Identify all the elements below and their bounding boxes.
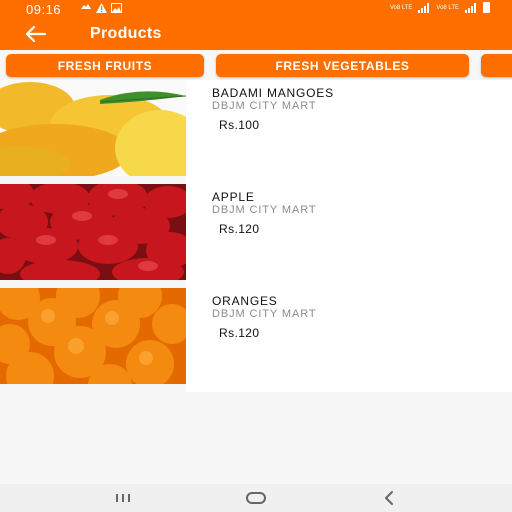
product-price: Rs.100 (219, 118, 260, 132)
status-right-icons: Vo8 LTE Vo8 LTE (390, 2, 490, 13)
product-store: DBJM CITY MART (212, 308, 317, 320)
back-triangle-icon[interactable] (374, 489, 404, 507)
product-price: Rs.120 (219, 326, 260, 340)
whatsapp-icon (81, 4, 91, 9)
category-fresh-fruits[interactable]: FRESH FRUITS (6, 54, 204, 77)
network-label-1: Vo8 LTE (389, 4, 413, 11)
category-next[interactable] (481, 54, 512, 77)
signal-icon-2 (465, 2, 476, 13)
list-item[interactable]: BADAMI MANGOES DBJM CITY MART Rs.100 (0, 80, 512, 184)
apples-image (0, 184, 186, 288)
warning-icon (96, 3, 107, 13)
battery-icon (483, 2, 490, 13)
image-icon (111, 3, 122, 13)
category-tabs: FRESH FRUITS FRESH VEGETABLES (0, 50, 512, 84)
app-bar: Products (0, 18, 512, 50)
page-title: Products (90, 25, 162, 42)
product-name: BADAMI MANGOES (212, 86, 334, 100)
system-nav-bar (0, 484, 512, 512)
category-fresh-vegetables[interactable]: FRESH VEGETABLES (216, 54, 469, 77)
status-time: 09:16 (26, 2, 62, 17)
product-store: DBJM CITY MART (212, 204, 317, 216)
list-item[interactable]: ORANGES DBJM CITY MART Rs.120 (0, 288, 512, 392)
recents-icon[interactable] (108, 489, 138, 507)
network-label-2: Vo8 LTE (436, 4, 459, 11)
status-left-icons (80, 3, 122, 13)
signal-icon (418, 2, 430, 13)
product-store: DBJM CITY MART (212, 100, 317, 112)
arrow-left-icon[interactable] (24, 24, 48, 44)
oranges-image (0, 288, 186, 392)
home-icon[interactable] (241, 489, 271, 507)
product-list: BADAMI MANGOES DBJM CITY MART Rs.100 APP… (0, 80, 512, 392)
product-name: ORANGES (212, 294, 278, 308)
product-price: Rs.120 (219, 222, 260, 236)
product-name: APPLE (212, 190, 255, 204)
mangoes-image (0, 80, 186, 184)
list-item[interactable]: APPLE DBJM CITY MART Rs.120 (0, 184, 512, 288)
status-bar: 09:16 Vo8 LTE Vo8 LTE (0, 0, 512, 18)
